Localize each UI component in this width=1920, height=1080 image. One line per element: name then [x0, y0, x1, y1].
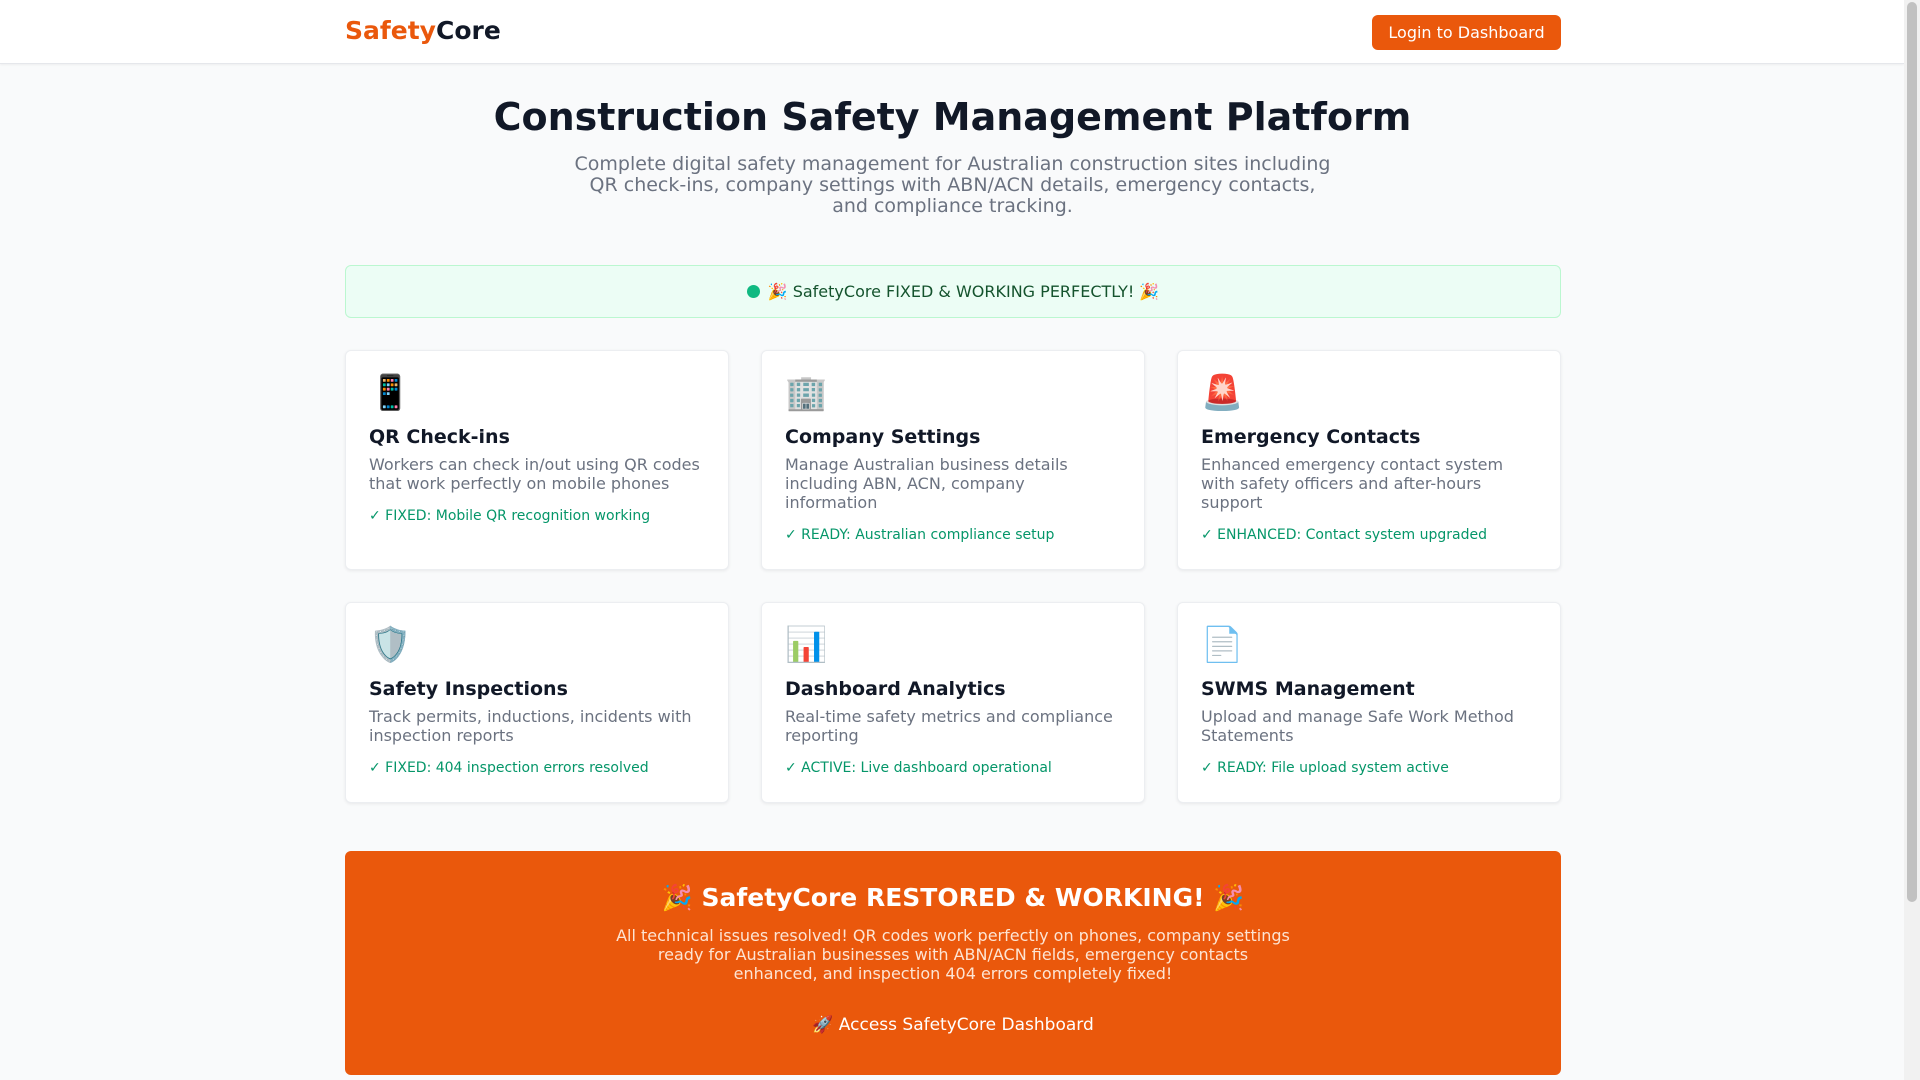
- card-title: Safety Inspections: [369, 678, 568, 700]
- logo-part-core: Core: [435, 16, 501, 45]
- status-banner: 🎉 SafetyCore FIXED & WORKING PERFECTLY! …: [345, 265, 1561, 318]
- card-status: ✓ READY: Australian compliance setup: [785, 527, 1055, 543]
- feature-card-dashboard-analytics: 📊 Dashboard Analytics Real-time safety m…: [761, 602, 1145, 803]
- card-description: Upload and manage Safe Work Method State…: [1201, 707, 1514, 745]
- page-subtitle: Complete digital safety management for A…: [574, 153, 1331, 217]
- card-description: Real-time safety metrics and compliance …: [785, 707, 1113, 745]
- card-status: ✓ FIXED: 404 inspection errors resolved: [369, 760, 649, 776]
- logo-part-safety: Safety: [345, 16, 436, 45]
- access-dashboard-link[interactable]: 🚀 Access SafetyCore Dashboard: [345, 1014, 1561, 1036]
- feature-card-company-settings: 🏢 Company Settings Manage Australian bus…: [761, 350, 1145, 570]
- feature-card-safety-inspections: 🛡️ Safety Inspections Track permits, ind…: [345, 602, 729, 803]
- top-header: SafetyCore Login to Dashboard: [0, 0, 1904, 64]
- card-status: ✓ FIXED: Mobile QR recognition working: [369, 508, 651, 524]
- card-description: Manage Australian business details inclu…: [785, 455, 1068, 512]
- status-dot-icon: [746, 285, 760, 298]
- cta-title: 🎉 SafetyCore RESTORED & WORKING! 🎉: [661, 883, 1245, 912]
- feature-card-emergency-contacts: 🚨 Emergency Contacts Enhanced emergency …: [1177, 350, 1561, 570]
- card-description: Enhanced emergency contact system with s…: [1201, 455, 1504, 512]
- card-description: Track permits, inductions, incidents wit…: [369, 707, 692, 745]
- document-icon: 📄: [1201, 625, 1244, 665]
- card-title: SWMS Management: [1201, 678, 1415, 700]
- page-title: Construction Safety Management Platform: [493, 95, 1412, 139]
- shield-icon: 🛡️: [369, 625, 412, 665]
- logo[interactable]: SafetyCore: [345, 15, 501, 47]
- feature-card-swms-management: 📄 SWMS Management Upload and manage Safe…: [1177, 602, 1561, 803]
- card-status: ✓ ENHANCED: Contact system upgraded: [1201, 527, 1487, 543]
- bar-chart-icon: 📊: [785, 625, 828, 665]
- card-status: ✓ READY: File upload system active: [1201, 760, 1449, 776]
- card-title: Company Settings: [785, 426, 981, 448]
- card-status: ✓ ACTIVE: Live dashboard operational: [785, 760, 1052, 776]
- scrollbar-thumb[interactable]: [1907, 2, 1917, 902]
- status-banner-text: 🎉 SafetyCore FIXED & WORKING PERFECTLY! …: [767, 282, 1160, 301]
- mobile-phone-icon: 📱: [369, 373, 412, 413]
- card-description: Workers can check in/out using QR codes …: [369, 455, 700, 493]
- office-building-icon: 🏢: [785, 373, 828, 413]
- login-dashboard-button[interactable]: Login to Dashboard: [1372, 15, 1561, 50]
- page-scrollbar[interactable]: [1904, 0, 1920, 1080]
- card-title: Emergency Contacts: [1201, 426, 1421, 448]
- siren-icon: 🚨: [1201, 373, 1244, 413]
- cta-banner: 🎉 SafetyCore RESTORED & WORKING! 🎉 All t…: [345, 851, 1561, 1075]
- cta-description: All technical issues resolved! QR codes …: [616, 926, 1290, 983]
- card-title: QR Check-ins: [369, 426, 510, 448]
- card-title: Dashboard Analytics: [785, 678, 1006, 700]
- feature-card-qr-checkins: 📱 QR Check-ins Workers can check in/out …: [345, 350, 729, 570]
